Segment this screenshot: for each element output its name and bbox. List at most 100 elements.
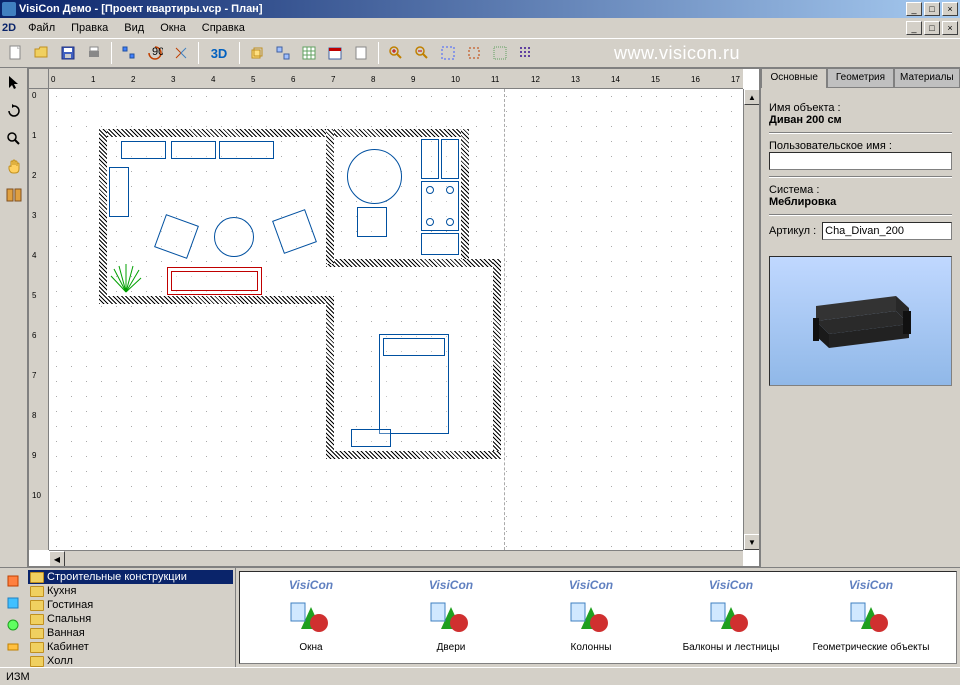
- sofa-3d-icon: [801, 286, 921, 356]
- tree-item-living[interactable]: Гостиная: [28, 598, 233, 612]
- user-name-label: Пользовательское имя :: [769, 140, 952, 152]
- wall-bottom-left[interactable]: [99, 296, 334, 304]
- plant-icon[interactable]: [109, 264, 144, 294]
- maximize-button[interactable]: □: [924, 2, 940, 16]
- menu-view[interactable]: Вид: [116, 20, 152, 36]
- minimize-button[interactable]: _: [906, 2, 922, 16]
- wall-right-upper[interactable]: [461, 129, 469, 259]
- save-button[interactable]: [56, 41, 80, 65]
- tree-tool-1[interactable]: [4, 572, 22, 590]
- tab-main[interactable]: Основные: [761, 68, 827, 88]
- close-button[interactable]: ×: [942, 2, 958, 16]
- calendar-button[interactable]: [323, 41, 347, 65]
- furniture-table-round-2[interactable]: [347, 149, 402, 204]
- group-button[interactable]: [271, 41, 295, 65]
- new-button[interactable]: [4, 41, 28, 65]
- wall-bottom-right[interactable]: [326, 451, 501, 459]
- tree-item-office[interactable]: Кабинет: [28, 640, 233, 654]
- scrollbar-horizontal[interactable]: ◀ ▶: [49, 550, 743, 566]
- rotate-tool[interactable]: [3, 100, 25, 122]
- layer-button[interactable]: [245, 41, 269, 65]
- tree-tool-4[interactable]: [4, 638, 22, 656]
- grid-toggle-button[interactable]: [514, 41, 538, 65]
- user-name-input[interactable]: [769, 152, 952, 170]
- menu-edit[interactable]: Правка: [63, 20, 116, 36]
- tree-tool-2[interactable]: [4, 594, 22, 612]
- tree-item-construction[interactable]: Строительные конструкции: [28, 570, 233, 584]
- scrollbar-vertical[interactable]: ▲ ▼: [743, 89, 759, 550]
- tree-tool-3[interactable]: [4, 616, 22, 634]
- flip-button[interactable]: [169, 41, 193, 65]
- toolbar: 90 3D www.visicon.ru: [0, 38, 960, 68]
- snap-button[interactable]: [488, 41, 512, 65]
- print-button[interactable]: [82, 41, 106, 65]
- window-title: VisiCon Демо - [Проект квартиры.vcp - Пл…: [19, 3, 906, 15]
- pan-tool[interactable]: [3, 156, 25, 178]
- scroll-down-button[interactable]: ▼: [744, 534, 760, 550]
- sofa-selected[interactable]: [167, 267, 262, 295]
- zoom-fit-button[interactable]: [436, 41, 460, 65]
- furniture-chair-3[interactable]: [357, 207, 387, 237]
- catalog-item-balconies[interactable]: VisiCon Балконы и лестницы: [666, 578, 796, 657]
- furniture-stove[interactable]: [421, 181, 459, 231]
- child-maximize-button[interactable]: □: [924, 21, 940, 35]
- 3d-button[interactable]: 3D: [204, 41, 234, 65]
- catalog-item-columns[interactable]: VisiCon Колонны: [526, 578, 656, 657]
- furniture-cabinet-r1[interactable]: [421, 139, 439, 179]
- floorplan-canvas[interactable]: [49, 89, 743, 550]
- status-text: ИЗМ: [6, 671, 30, 683]
- tree-item-hall[interactable]: Холл: [28, 654, 233, 668]
- open-button[interactable]: [30, 41, 54, 65]
- zoom-sel-button[interactable]: [462, 41, 486, 65]
- scroll-left-button[interactable]: ◀: [49, 551, 65, 567]
- furniture-nightstand[interactable]: [351, 429, 391, 447]
- scroll-up-button[interactable]: ▲: [744, 89, 760, 105]
- wall-right-lower[interactable]: [493, 259, 501, 459]
- catalog-item-windows[interactable]: VisiCon Окна: [246, 578, 376, 657]
- menu-windows[interactable]: Окна: [152, 20, 194, 36]
- furniture-bed[interactable]: [379, 334, 449, 434]
- category-tree: Строительные конструкции Кухня Гостиная …: [26, 568, 236, 667]
- catalog-item-geometry[interactable]: VisiCon Геометрические объекты: [806, 578, 936, 657]
- tab-geometry[interactable]: Геометрия: [827, 68, 893, 88]
- wall-top[interactable]: [99, 129, 469, 137]
- wall-mid-v[interactable]: [326, 129, 334, 264]
- catalog-thumb-icon: [246, 596, 376, 638]
- furniture-cabinet-r2[interactable]: [441, 139, 459, 179]
- menu-help[interactable]: Справка: [194, 20, 253, 36]
- rotate-button[interactable]: 90: [143, 41, 167, 65]
- zoom-tool[interactable]: [3, 128, 25, 150]
- bottom-tool-column: [0, 568, 26, 667]
- catalog-item-doors[interactable]: VisiCon Двери: [386, 578, 516, 657]
- furniture-shelf-2[interactable]: [171, 141, 216, 159]
- tree-item-kitchen[interactable]: Кухня: [28, 584, 233, 598]
- tree-item-bathroom[interactable]: Ванная: [28, 626, 233, 640]
- furniture-counter[interactable]: [421, 233, 459, 255]
- article-input[interactable]: [822, 222, 952, 240]
- catalog-thumb-icon: [806, 596, 936, 638]
- wall-mid-h[interactable]: [326, 259, 501, 267]
- tab-materials[interactable]: Материалы: [894, 68, 960, 88]
- furniture-shelf-3[interactable]: [219, 141, 274, 159]
- zoom-in-button[interactable]: [384, 41, 408, 65]
- wall-left-lower[interactable]: [326, 296, 334, 459]
- pointer-tool[interactable]: [3, 72, 25, 94]
- child-minimize-button[interactable]: _: [906, 21, 922, 35]
- furniture-shelf[interactable]: [121, 141, 166, 159]
- menu-file[interactable]: Файл: [20, 20, 63, 36]
- svg-text:90: 90: [152, 46, 163, 58]
- mode-2d-label: 2D: [2, 22, 16, 34]
- grid-button[interactable]: [297, 41, 321, 65]
- select-tool-button[interactable]: [117, 41, 141, 65]
- zoom-out-button[interactable]: [410, 41, 434, 65]
- catalog: VisiCon Окна VisiCon Двери VisiCon Колон…: [239, 571, 957, 664]
- measure-tool[interactable]: [3, 184, 25, 206]
- page-button[interactable]: [349, 41, 373, 65]
- wall-left[interactable]: [99, 129, 107, 304]
- child-close-button[interactable]: ×: [942, 21, 958, 35]
- furniture-round-table[interactable]: [214, 217, 254, 257]
- object-name-label: Имя объекта :: [769, 102, 952, 114]
- furniture-cabinet-left[interactable]: [109, 167, 129, 217]
- status-bar: ИЗМ: [0, 667, 960, 685]
- tree-item-bedroom[interactable]: Спальня: [28, 612, 233, 626]
